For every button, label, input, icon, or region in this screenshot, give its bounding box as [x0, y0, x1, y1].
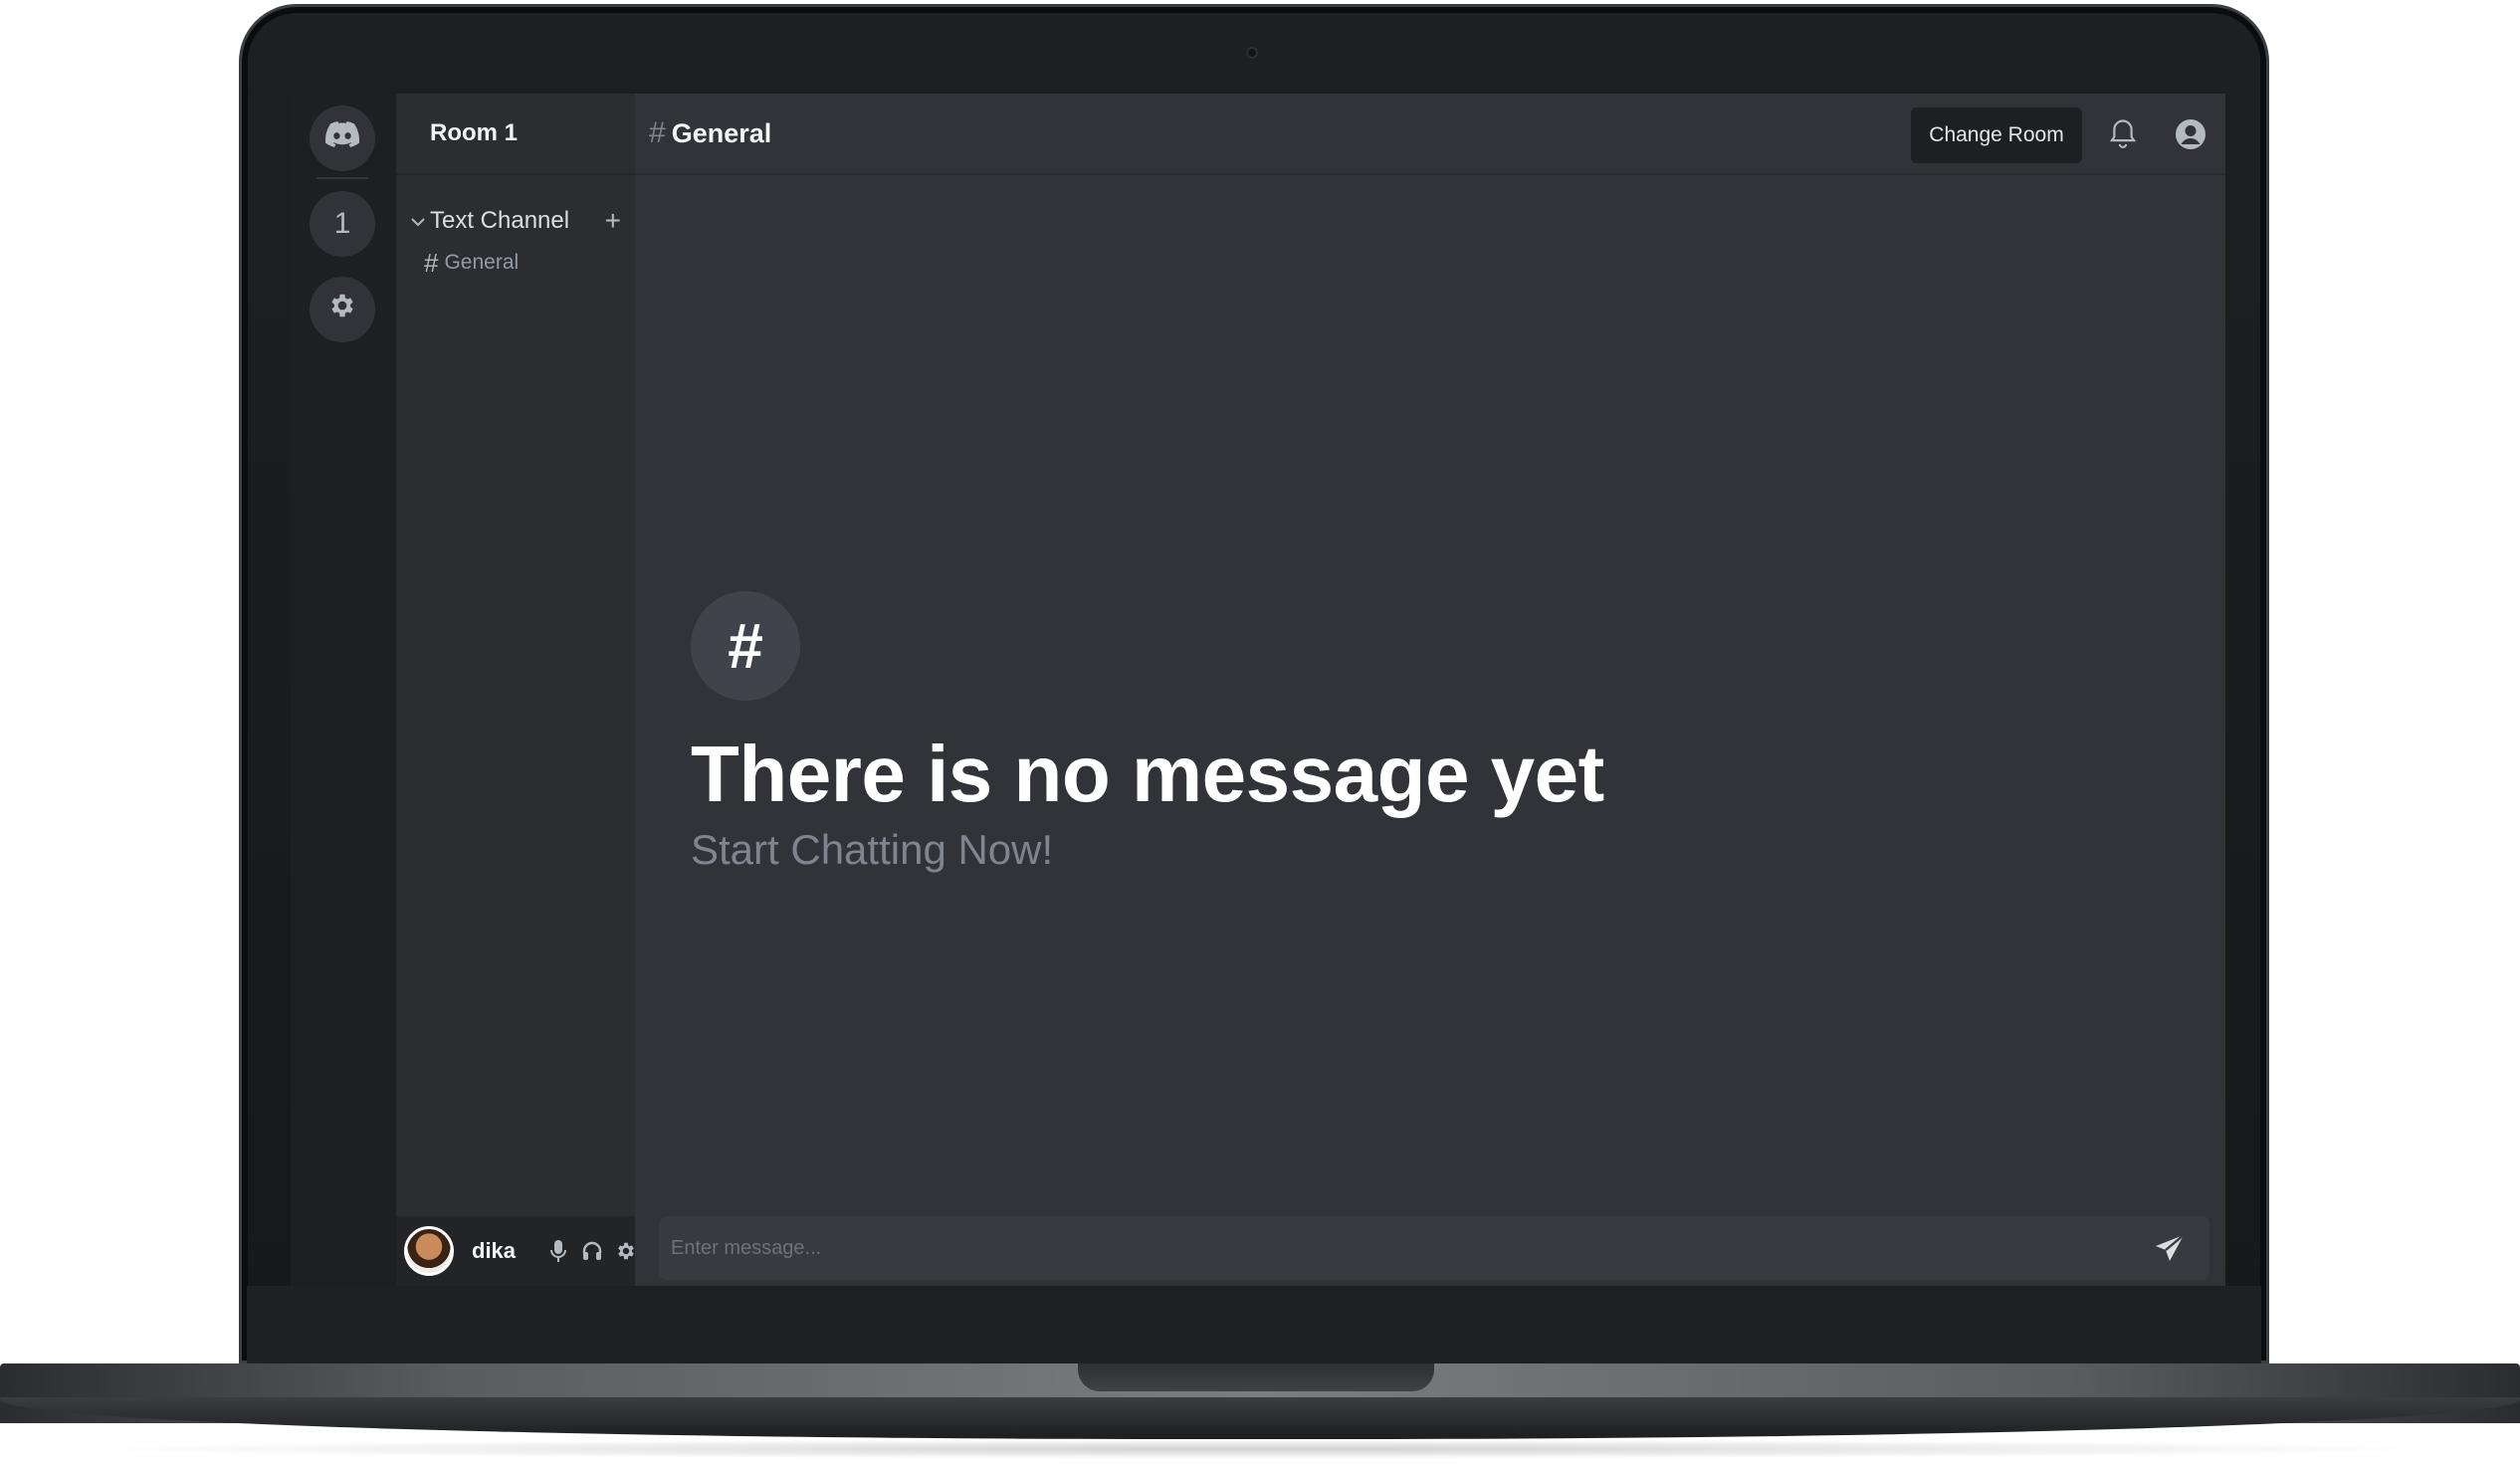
channel-label: General — [444, 251, 520, 274]
channel-item-general[interactable]: # General — [424, 245, 519, 281]
server-button-1[interactable]: 1 — [310, 191, 375, 257]
send-icon[interactable] — [2130, 1216, 2209, 1280]
channel-sidebar: Room 1 Text Channel + # General — [396, 94, 635, 1286]
username: dika — [472, 1238, 517, 1263]
laptop-base-lower — [0, 1397, 2520, 1439]
message-input[interactable] — [671, 1236, 2130, 1260]
room-name: Room 1 — [430, 119, 519, 146]
add-channel-icon[interactable]: + — [605, 207, 621, 235]
change-room-button[interactable]: Change Room — [1911, 107, 2082, 163]
empty-state-subtitle: Start Chatting Now! — [691, 826, 1054, 873]
home-button[interactable] — [310, 105, 375, 171]
hash-icon: # — [649, 116, 666, 149]
empty-state: # There is no message yet Start Chatting… — [691, 591, 1604, 874]
room-header[interactable]: Room 1 — [396, 94, 635, 175]
laptop-shadow — [60, 1439, 2460, 1459]
laptop-bezel-bottom — [247, 1286, 2261, 1365]
hash-icon: # — [424, 247, 439, 278]
avatar[interactable] — [404, 1226, 454, 1276]
laptop-base-notch — [1078, 1363, 1434, 1391]
discord-logo-icon — [324, 121, 360, 155]
hash-icon: # — [691, 591, 800, 701]
chat-main: # General Change Room # There is no mess… — [635, 94, 2225, 1286]
user-panel: dika — [396, 1216, 647, 1286]
microphone-icon[interactable] — [541, 1234, 575, 1268]
empty-state-title: There is no message yet — [691, 730, 1604, 818]
user-circle-icon[interactable] — [2172, 115, 2209, 153]
headphones-icon[interactable] — [575, 1234, 609, 1268]
settings-button[interactable] — [310, 277, 375, 342]
rail-separator — [316, 177, 368, 179]
bell-icon[interactable] — [2104, 115, 2142, 153]
category-text-channel[interactable]: Text Channel + — [406, 201, 625, 241]
camera-icon — [1246, 47, 1258, 59]
channel-title: General — [671, 117, 772, 148]
channel-topbar: # General Change Room — [635, 94, 2225, 175]
message-composer — [659, 1216, 2209, 1280]
server-rail: 1 — [291, 94, 396, 1286]
chevron-down-icon — [406, 211, 430, 232]
app-screen: 1 Room 1 Text Channel + # General dika #… — [291, 94, 2225, 1286]
gear-icon — [327, 291, 357, 328]
category-label: Text Channel — [430, 207, 570, 234]
server-label: 1 — [333, 207, 351, 240]
